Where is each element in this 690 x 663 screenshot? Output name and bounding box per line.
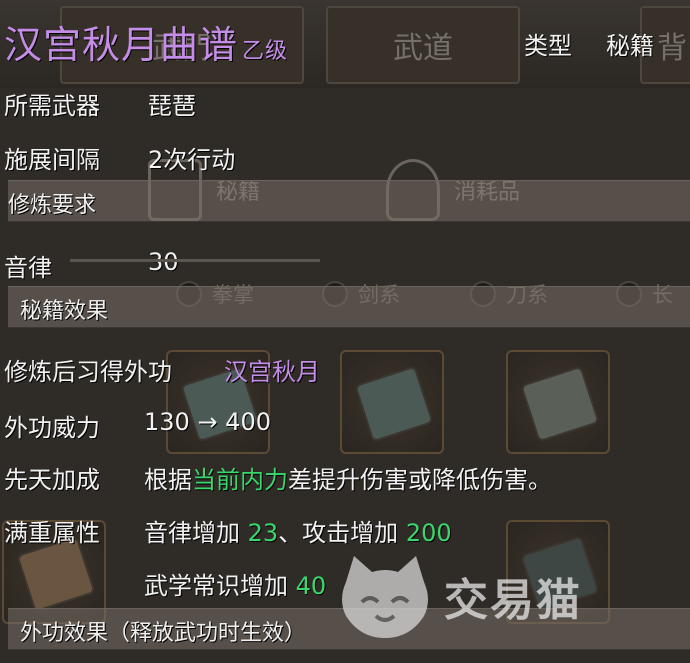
interval-value: 2次行动: [148, 146, 236, 174]
learn-row: 修炼后习得外功 汉宫秋月: [4, 352, 320, 387]
cat-logo-icon: [342, 556, 428, 638]
learn-label: 修炼后习得外功: [4, 358, 172, 386]
rhythm-value: 30: [148, 248, 179, 276]
weapon-label: 所需武器: [4, 92, 100, 120]
power-label: 外功威力: [4, 414, 100, 442]
item-grade: 乙级: [242, 39, 289, 64]
innate-highlight: 当前内力: [192, 466, 288, 494]
innate-label: 先天加成: [4, 466, 100, 494]
weapon-row: 所需武器 琵琶: [4, 86, 196, 121]
learn-value: 汉宫秋月: [224, 358, 320, 386]
full-attr-attack-value: 200: [405, 519, 452, 547]
watermark: 交易猫: [336, 552, 582, 640]
power-row: 外功威力 130 → 400: [4, 408, 271, 443]
innate-suffix: 差提升伤害或降低伤害。: [288, 466, 552, 494]
full-value-2: 武学常识增加 40: [144, 566, 326, 601]
full-row-1: 满重属性 音律增加 23、攻击增加 200: [4, 513, 452, 548]
full-value-1: 音律增加 23、攻击增加 200: [144, 513, 452, 548]
innate-prefix: 根据: [144, 466, 192, 494]
weapon-value: 琵琶: [148, 92, 196, 120]
effect-section-title: 秘籍效果: [20, 299, 109, 324]
full-attr-knowledge: 武学常识增加: [144, 572, 288, 600]
item-name: 汉宫秋月曲谱: [4, 23, 239, 67]
effect-section: 秘籍效果: [8, 286, 690, 328]
innate-row: 先天加成 根据当前内力差提升伤害或降低伤害。: [4, 460, 552, 495]
external-effect-section-title: 外功效果（释放武功时生效）: [20, 621, 307, 646]
full-attr-attack: 、攻击增加: [278, 519, 399, 547]
rhythm-label: 音律: [4, 254, 52, 282]
interval-row: 施展间隔 2次行动: [4, 140, 235, 175]
full-attr-rhythm-value: 23: [247, 519, 279, 547]
power-value: 130 → 400: [144, 408, 271, 436]
full-attr-rhythm: 音律增加: [144, 519, 240, 547]
rhythm-row: 音律 30: [4, 248, 179, 283]
requirement-section-title: 修炼要求: [8, 193, 97, 218]
interval-label: 施展间隔: [4, 146, 100, 174]
full-attr-knowledge-value: 40: [295, 572, 327, 600]
type-value: 秘籍: [606, 32, 654, 60]
type-label: 类型: [524, 32, 572, 60]
rhythm-divider: [70, 259, 320, 262]
watermark-text: 交易猫: [444, 575, 582, 626]
full-label: 满重属性: [4, 519, 100, 547]
innate-value: 根据当前内力差提升伤害或降低伤害。: [144, 460, 552, 495]
requirement-section: 修炼要求: [8, 180, 690, 222]
item-title: 汉宫秋月曲谱 乙级: [4, 14, 288, 69]
